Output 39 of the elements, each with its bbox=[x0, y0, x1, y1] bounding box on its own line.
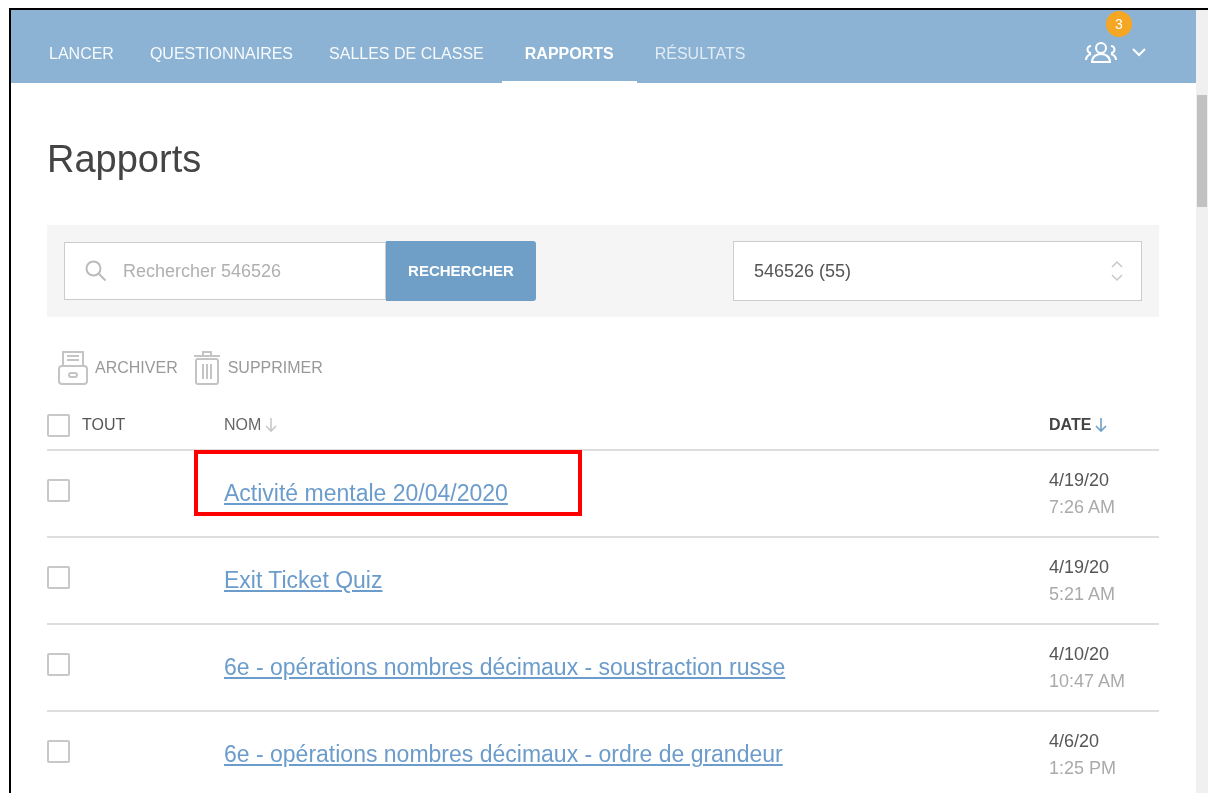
report-link[interactable]: 6e - opérations nombres décimaux - ordre de grandeur bbox=[224, 737, 783, 772]
report-date: 4/19/20 bbox=[1049, 468, 1111, 492]
select-all-label: TOUT bbox=[82, 415, 126, 435]
nav-tab[interactable]: SALLES DE CLASSE bbox=[311, 37, 502, 83]
report-time: 7:26 AM bbox=[1049, 495, 1117, 519]
checkbox[interactable] bbox=[47, 565, 70, 589]
archive-box-icon bbox=[57, 350, 89, 386]
report-time: 1:25 PM bbox=[1049, 756, 1118, 780]
nav-tab[interactable]: QUESTIONNAIRES bbox=[131, 37, 312, 83]
checkbox[interactable] bbox=[47, 652, 70, 676]
search-field[interactable]: Rechercher 546526 bbox=[64, 242, 386, 300]
toolbar-action[interactable]: SUPPRIMER bbox=[191, 350, 323, 386]
search-button[interactable]: RECHERCHER bbox=[386, 241, 536, 301]
up-down-chevron-icon bbox=[1110, 259, 1124, 283]
checkbox[interactable] bbox=[47, 739, 70, 763]
trash-icon bbox=[191, 350, 222, 386]
report-link[interactable]: Activité mentale 20/04/2020 bbox=[224, 476, 508, 511]
report-link[interactable]: 6e - opérations nombres décimaux - soustraction russe bbox=[224, 650, 786, 685]
nav-tab[interactable]: LANCER bbox=[31, 37, 132, 83]
page-title: Rapports bbox=[47, 137, 203, 182]
class-select[interactable]: 546526 (55) bbox=[733, 241, 1142, 301]
report-time: 5:21 AM bbox=[1049, 582, 1117, 606]
checkbox[interactable] bbox=[47, 413, 70, 437]
search-icon bbox=[84, 259, 108, 283]
report-date: 4/10/20 bbox=[1049, 642, 1111, 666]
users-icon[interactable] bbox=[1084, 41, 1118, 63]
chevron-down-icon[interactable] bbox=[1132, 47, 1146, 57]
sort-arrow-icon bbox=[265, 417, 278, 433]
report-date: 4/6/20 bbox=[1049, 729, 1101, 753]
report-date: 4/19/20 bbox=[1049, 555, 1111, 579]
nav-tab[interactable]: RAPPORTS bbox=[501, 37, 637, 83]
sort-arrow-icon bbox=[1095, 417, 1108, 433]
column-header[interactable]: NOM bbox=[224, 413, 1049, 437]
notification-badge: 3 bbox=[1106, 11, 1132, 37]
checkbox[interactable] bbox=[47, 478, 70, 502]
column-header[interactable]: DATE bbox=[1049, 413, 1159, 437]
report-link[interactable]: Exit Ticket Quiz bbox=[224, 563, 383, 598]
toolbar-action[interactable]: ARCHIVER bbox=[57, 350, 178, 386]
report-time: 10:47 AM bbox=[1049, 669, 1127, 693]
